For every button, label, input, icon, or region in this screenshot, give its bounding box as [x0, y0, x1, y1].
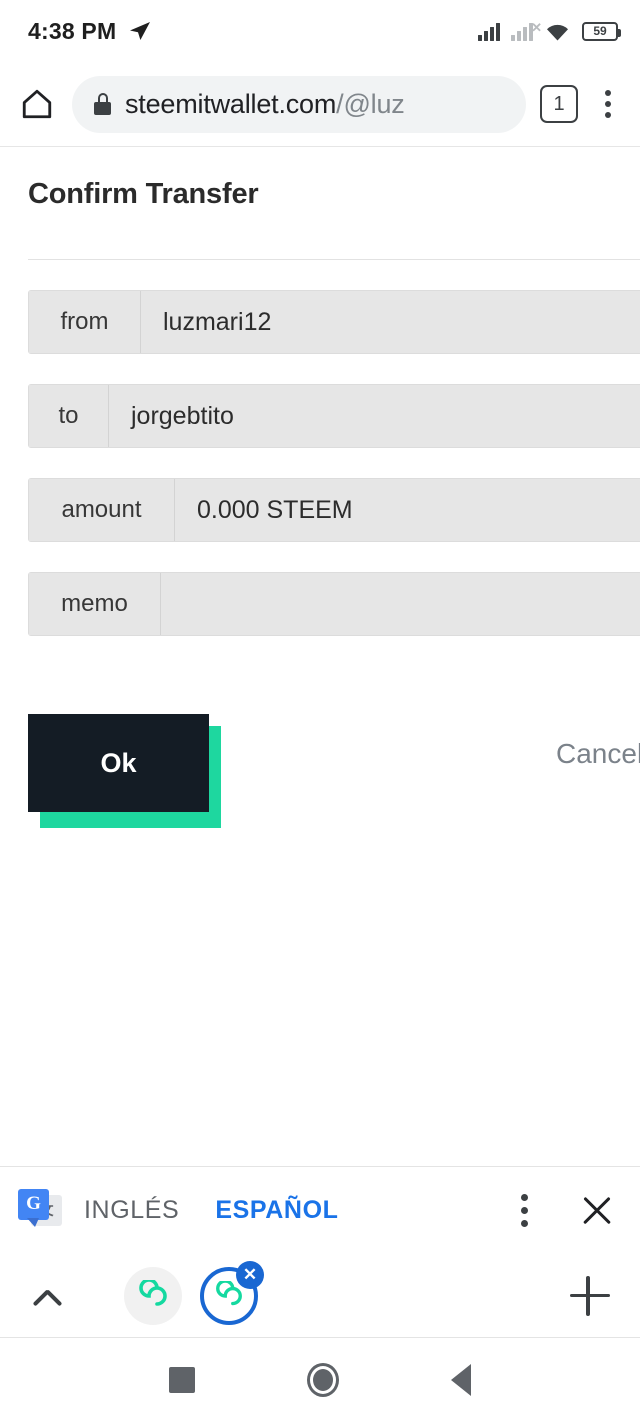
- status-bar-left: 4:38 PM: [28, 18, 152, 45]
- home-icon[interactable]: [20, 87, 54, 121]
- steem-logo-icon: [139, 1279, 167, 1306]
- tab-close-icon[interactable]: ✕: [236, 1260, 264, 1289]
- browser-toolbar: steemitwallet.com/@luz 1: [0, 62, 640, 147]
- circle-home-icon[interactable]: [307, 1363, 339, 1397]
- url-text: steemitwallet.com/@luz: [125, 89, 405, 120]
- field-row-memo: memo: [28, 572, 640, 636]
- triangle-back-icon[interactable]: [451, 1364, 471, 1396]
- battery-icon: 59: [582, 21, 621, 41]
- field-row-from: from luzmari12: [28, 290, 640, 354]
- square-recents-icon[interactable]: [169, 1367, 195, 1393]
- field-label: amount: [29, 479, 175, 541]
- cellular-no-sim-icon: ✕: [511, 21, 542, 41]
- cancel-button[interactable]: Cancel: [556, 738, 640, 770]
- cellular-signal-icon: [478, 21, 500, 41]
- url-path: /@luz: [336, 88, 405, 119]
- ok-button[interactable]: Ok: [28, 714, 209, 812]
- status-bar: 4:38 PM ✕ 59: [0, 0, 640, 62]
- translate-source-language[interactable]: INGLÉS: [84, 1167, 179, 1255]
- field-value: [161, 573, 640, 635]
- action-buttons: Ok Cancel: [0, 714, 640, 834]
- chevron-up-icon[interactable]: [28, 1274, 72, 1318]
- page-title: Confirm Transfer: [28, 178, 259, 210]
- kebab-menu-icon[interactable]: [594, 85, 622, 123]
- status-clock: 4:38 PM: [28, 17, 117, 44]
- status-bar-right: ✕ 59: [478, 21, 621, 42]
- url-bar[interactable]: steemitwallet.com/@luz: [72, 75, 526, 133]
- tab-count-label: 1: [553, 93, 565, 115]
- translate-close-icon[interactable]: [580, 1194, 614, 1228]
- page-content: Confirm Transfer from luzmari12 to jorge…: [0, 148, 640, 1166]
- url-domain: steemitwallet.com: [125, 88, 337, 119]
- field-row-amount: amount 0.000 STEEM: [28, 478, 640, 542]
- plus-icon[interactable]: [568, 1274, 612, 1318]
- field-value: 0.000 STEEM: [175, 479, 640, 541]
- lock-icon: [94, 93, 111, 115]
- translate-bar: 文 G INGLÉS ESPAÑOL: [0, 1166, 640, 1261]
- field-value: luzmari12: [141, 291, 640, 353]
- translate-target-language[interactable]: ESPAÑOL: [209, 1167, 345, 1261]
- title-divider: [28, 259, 640, 260]
- field-value: jorgebtito: [109, 385, 640, 447]
- navigation-arrow-icon: [130, 22, 151, 40]
- field-row-to: to jorgebtito: [28, 384, 640, 448]
- steem-tab-1[interactable]: [124, 1266, 182, 1325]
- tab-list: ✕: [124, 1260, 264, 1325]
- google-translate-icon: 文 G: [16, 1188, 62, 1233]
- tab-strip: ✕: [0, 1254, 640, 1338]
- steem-tab-2[interactable]: ✕: [200, 1260, 264, 1325]
- translate-menu-icon[interactable]: [510, 1189, 538, 1233]
- ok-button-wrap: Ok: [28, 714, 221, 828]
- tab-count-button[interactable]: 1: [540, 85, 578, 123]
- phone-screen: 4:38 PM ✕ 59 steemitwallet.com/@luz 1 Co…: [0, 0, 640, 1422]
- field-label: to: [29, 385, 109, 447]
- battery-level: 59: [593, 24, 607, 38]
- android-nav-bar: [0, 1338, 640, 1422]
- field-label: from: [29, 291, 141, 353]
- wifi-icon: [547, 24, 568, 40]
- field-label: memo: [29, 573, 161, 635]
